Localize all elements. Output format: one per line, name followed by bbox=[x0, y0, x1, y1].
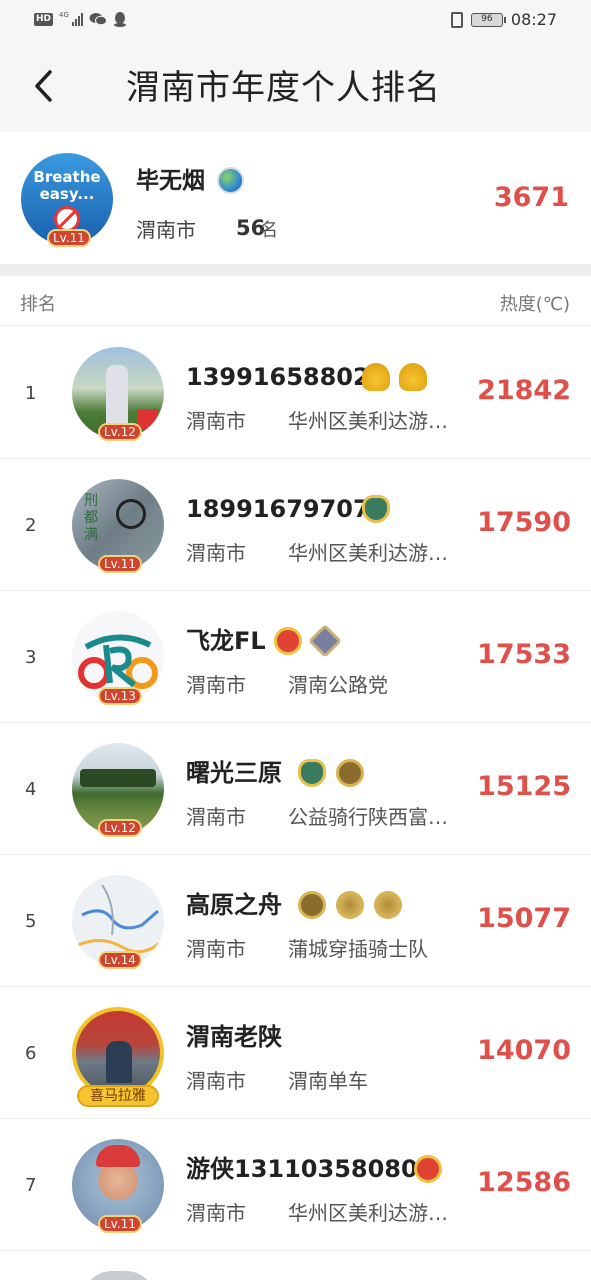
section-divider bbox=[0, 264, 591, 276]
avatar-text-line1: Breathe bbox=[33, 168, 101, 186]
user-name: 18991679707 bbox=[186, 495, 370, 523]
ranking-row[interactable]: 4 Lv.12 曙光三原 渭南市 公益骑行陕西富… 15125 bbox=[0, 723, 591, 855]
dark-medal-badge-icon bbox=[336, 759, 364, 787]
ranking-row-partial[interactable] bbox=[0, 1251, 591, 1280]
my-level-badge: Lv.11 bbox=[47, 229, 91, 247]
my-city: 渭南市 bbox=[136, 218, 196, 242]
user-team: 华州区美利达游… bbox=[288, 1201, 448, 1225]
level-badge: Lv.11 bbox=[98, 1215, 142, 1233]
heat-value: 17533 bbox=[477, 639, 571, 670]
heat-value: 15125 bbox=[477, 771, 571, 802]
rank-number: 3 bbox=[25, 647, 37, 668]
level-badge: Lv.12 bbox=[98, 819, 142, 837]
status-right: 96 08:27 bbox=[450, 10, 557, 29]
ranking-row[interactable]: 5 Lv.14 高原之舟 渭南市 蒲城穿插骑士队 15077 bbox=[0, 855, 591, 987]
globe-icon bbox=[217, 167, 244, 194]
ranking-row[interactable]: 3 Lv.13 飞龙FL 渭南市 渭南公路党 17533 bbox=[0, 591, 591, 723]
helmet-badge-icon bbox=[362, 363, 390, 391]
star-badge-icon bbox=[308, 624, 342, 658]
status-time: 08:27 bbox=[510, 10, 557, 29]
chevron-left-icon bbox=[35, 70, 52, 102]
level-badge: Lv.11 bbox=[98, 555, 142, 573]
level-badge: Lv.13 bbox=[98, 687, 142, 705]
avatar-text-line2: easy... bbox=[39, 185, 95, 203]
user-team: 公益骑行陕西富… bbox=[288, 805, 448, 829]
heat-column-label: 热度(℃) bbox=[499, 294, 570, 315]
hd-icon: HD bbox=[34, 12, 54, 26]
user-city: 渭南市 bbox=[186, 541, 246, 565]
user-name: 游侠13110358080 bbox=[186, 1155, 418, 1183]
user-team: 渭南单车 bbox=[288, 1069, 368, 1093]
back-button[interactable] bbox=[30, 66, 60, 106]
rank-column-label: 排名 bbox=[20, 294, 56, 315]
list-header: 排名 热度(℃) bbox=[0, 276, 591, 326]
heat-value: 12586 bbox=[477, 1167, 571, 1198]
user-avatar[interactable] bbox=[82, 1271, 156, 1280]
user-team: 蒲城穿插骑士队 bbox=[288, 937, 428, 961]
red-medal-badge-icon bbox=[274, 627, 302, 655]
user-name: 曙光三原 bbox=[186, 759, 282, 787]
my-rank-unit: 名 bbox=[260, 220, 278, 241]
vibrate-icon bbox=[450, 11, 463, 28]
level-badge: Lv.14 bbox=[98, 951, 142, 969]
user-team: 华州区美利达游… bbox=[288, 409, 448, 433]
user-city: 渭南市 bbox=[186, 1201, 246, 1225]
rank-number: 7 bbox=[25, 1175, 37, 1196]
shield-badge-icon bbox=[298, 759, 326, 787]
rank-number: 2 bbox=[25, 515, 37, 536]
network-type: 4G bbox=[59, 11, 69, 19]
ranking-row[interactable]: 6 喜马拉雅 渭南老陕 渭南市 渭南单车 14070 bbox=[0, 987, 591, 1119]
status-bar: HD 4G 96 08:27 bbox=[0, 0, 591, 40]
heat-value: 14070 bbox=[477, 1035, 571, 1066]
user-team: 华州区美利达游… bbox=[288, 541, 448, 565]
qq-icon bbox=[113, 12, 126, 27]
heat-value: 15077 bbox=[477, 903, 571, 934]
shield-badge-icon bbox=[362, 495, 390, 523]
ranking-row[interactable]: 1 Lv.12 13991658802 渭南市 华州区美利达游… 21842 bbox=[0, 327, 591, 459]
user-name: 高原之舟 bbox=[186, 891, 282, 919]
sun-badge-icon bbox=[374, 891, 402, 919]
user-name: 13991658802 bbox=[186, 363, 370, 391]
heat-value: 21842 bbox=[477, 375, 571, 406]
rank-number: 5 bbox=[25, 911, 37, 932]
status-left: HD 4G bbox=[34, 11, 127, 27]
level-badge: Lv.12 bbox=[98, 423, 142, 441]
user-city: 渭南市 bbox=[186, 409, 246, 433]
wechat-icon bbox=[89, 13, 107, 26]
user-name: 渭南老陕 bbox=[186, 1023, 282, 1051]
battery-icon: 96 bbox=[470, 12, 506, 27]
title-badge: 喜马拉雅 bbox=[77, 1085, 159, 1107]
my-heat-value: 3671 bbox=[493, 182, 569, 213]
ranking-row[interactable]: 2 刑都满 Lv.11 18991679707 渭南市 华州区美利达游… 175… bbox=[0, 459, 591, 591]
user-city: 渭南市 bbox=[186, 805, 246, 829]
app-header: 渭南市年度个人排名 bbox=[0, 40, 591, 132]
helmet-badge-icon bbox=[399, 363, 427, 391]
ranking-row[interactable]: 7 Lv.11 游侠13110358080 渭南市 华州区美利达游… 12586 bbox=[0, 1119, 591, 1251]
sun-badge-icon bbox=[336, 891, 364, 919]
page-title: 渭南市年度个人排名 bbox=[126, 68, 441, 108]
user-name: 飞龙FL bbox=[186, 627, 266, 655]
rank-number: 4 bbox=[25, 779, 37, 800]
user-city: 渭南市 bbox=[186, 673, 246, 697]
signal-icon: 4G bbox=[59, 12, 83, 26]
red-medal-badge-icon bbox=[414, 1155, 442, 1183]
user-team: 渭南公路党 bbox=[288, 673, 388, 697]
user-city: 渭南市 bbox=[186, 937, 246, 961]
heat-value: 17590 bbox=[477, 507, 571, 538]
dark-medal-badge-icon bbox=[298, 891, 326, 919]
user-city: 渭南市 bbox=[186, 1069, 246, 1093]
rank-number: 1 bbox=[25, 383, 37, 404]
rank-number: 6 bbox=[25, 1043, 37, 1064]
my-name: 毕无烟 bbox=[136, 168, 205, 194]
